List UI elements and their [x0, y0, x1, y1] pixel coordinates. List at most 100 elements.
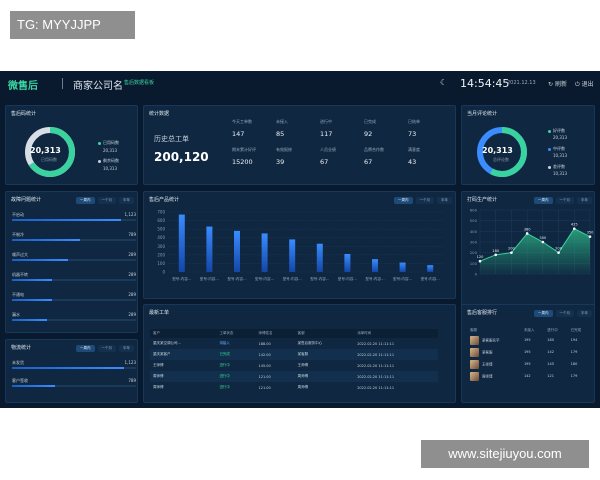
table-row[interactable]: 重庆某空调公司… 待接入 188.00 某售后服务中心 2022.02.20 11:11…	[150, 338, 438, 349]
tab-halfyear[interactable]: 半年	[437, 197, 452, 204]
tab-month[interactable]: 一个月	[97, 197, 116, 204]
bar-value: 1,123	[124, 360, 136, 365]
cell-time: 2022.02.20 11:11:11	[357, 341, 395, 346]
stat-label: 人员业绩	[320, 147, 336, 152]
data-point	[478, 259, 482, 263]
bar-fill	[12, 367, 124, 369]
cell-status: 进行中	[216, 371, 256, 382]
refresh-button[interactable]: ↻ 刷新	[548, 79, 567, 88]
bar-fill	[12, 299, 52, 301]
bar-value: 1,123	[124, 212, 136, 217]
tab-month[interactable]: 一个月	[415, 197, 434, 204]
tab-week[interactable]: 一周内	[76, 345, 95, 352]
data-point	[572, 227, 576, 230]
after-sales-panel: 售后码统计 20,313 已用码数 已用码数 20,313 剩余码数 10,31…	[5, 105, 138, 185]
service-name: 王师傅	[482, 362, 493, 366]
tab-week[interactable]: 一周内	[76, 197, 95, 204]
exit-button[interactable]: ⏻ 退出	[575, 79, 594, 89]
y-tick-label: 600	[157, 218, 165, 223]
bar	[344, 254, 351, 272]
y-tick-label: 700	[157, 210, 165, 215]
stat-value: 15200	[232, 158, 253, 166]
cell-status: 进行中	[219, 363, 230, 367]
company-name: 商家公司名	[73, 81, 123, 92]
bar	[234, 230, 240, 272]
legend-item: 已用码数 20,313	[98, 140, 119, 153]
bar-fill	[12, 259, 68, 261]
bar-label: 机器不转	[12, 272, 28, 277]
legend-label: 剩余码数	[103, 158, 119, 163]
cell-status: 已完成	[216, 349, 256, 360]
table-row[interactable]: 某客服 195 142 179	[468, 346, 592, 358]
tab-week[interactable]: 一周内	[534, 197, 553, 204]
tab-halfyear[interactable]: 半年	[119, 197, 134, 204]
tab-month[interactable]: 一个月	[555, 197, 574, 204]
data-label: 350	[587, 231, 595, 235]
stat-value: 147	[232, 130, 245, 138]
data-label: 180	[492, 249, 500, 253]
tab-month[interactable]: 一个月	[97, 345, 116, 352]
legend-item: 差评数 10,313	[548, 164, 567, 176]
stat-label: 品牌合作数	[364, 147, 384, 152]
cell-status: 进行中	[219, 385, 230, 389]
cell-service: 王师傅	[297, 363, 309, 367]
tab-halfyear[interactable]: 半年	[577, 310, 592, 317]
legend-item: 剩余码数 10,313	[98, 158, 119, 171]
data-label: 380	[524, 227, 532, 231]
bar-row: 不制冷 789	[12, 232, 136, 246]
legend-dot	[98, 159, 101, 163]
stat-item: 未接入 85	[276, 119, 288, 138]
bar	[206, 226, 213, 272]
y-tick-label: 400	[157, 235, 165, 240]
dashboard: 微售后 商家公司名 售后数据看板 ☾ 14:54:45 2021.12.13 ↻…	[0, 71, 600, 408]
legend-label: 中评数	[553, 146, 565, 151]
tab-month[interactable]: 一个月	[555, 310, 574, 317]
tab-week[interactable]: 一周内	[534, 310, 553, 317]
stat-value: 92	[364, 130, 373, 138]
table-row[interactable]: 王师傅 195 145 180	[468, 358, 592, 370]
column-header: 已完成	[570, 328, 582, 332]
donut-value: 20,313	[482, 146, 513, 155]
x-tick-label: 型号:内容…	[421, 276, 441, 281]
tab-week[interactable]: 一周内	[394, 197, 413, 204]
tab-halfyear[interactable]: 半年	[577, 197, 592, 204]
legend-value: 20,313	[553, 135, 567, 140]
data-label: 200	[508, 247, 516, 251]
legend-value: 10,313	[103, 166, 117, 171]
x-tick-label: 型号:内容…	[227, 276, 247, 281]
bar-value: 789	[128, 378, 136, 383]
legend-value: 10,313	[553, 153, 567, 158]
bar	[261, 233, 268, 272]
table-row[interactable]: 王师傅 进行中 145.00 王师傅 2022.02.20 11:11:11	[150, 360, 438, 371]
table-row[interactable]: 周师傅 进行中 121.00 周师傅 2022.02.20 11:11:11	[150, 382, 438, 393]
y-tick-label: 500	[470, 218, 478, 223]
data-label: 120	[477, 255, 485, 259]
y-tick-label: 400	[470, 229, 478, 234]
cell-name: 某客服名字	[468, 334, 522, 346]
stat-value: 73	[408, 130, 417, 138]
table-row[interactable]: 周师傅 进行中 121.00 周师傅 2022.02.20 11:11:11	[150, 371, 438, 382]
legend-item: 中评数 10,313	[548, 146, 567, 158]
x-tick-label: 型号:内容…	[172, 276, 192, 281]
stat-item: 今天工单数 147	[232, 119, 252, 138]
cell-count: 195	[523, 350, 531, 354]
table-row[interactable]: 重庆某客户 已完成 142.00 某客服 2022.02.20 11:11:11	[150, 349, 438, 360]
cell-count: 121	[547, 374, 554, 378]
tab-halfyear[interactable]: 半年	[119, 345, 134, 352]
moon-icon[interactable]: ☾	[440, 78, 447, 87]
bar-label: 客户签收	[12, 378, 28, 383]
table-row[interactable]: 周师傅 142 121 179	[468, 370, 592, 382]
app-logo: 微售后	[8, 81, 38, 92]
products-bar-chart: 0 100 200 300 400 500 600 700 型号:内容… 型号:内容… 型号:内容……	[157, 210, 444, 281]
cell-amount: 145.00	[258, 363, 271, 368]
table-row[interactable]: 某客服名字 195 180 194	[468, 334, 592, 346]
rank-body: 某客服名字 195 180 194 某客服 195 142 179 王师傅 195 145 180 周师…	[468, 334, 592, 382]
column-header: 工单状态	[216, 329, 256, 338]
cell-name: 王师傅	[468, 358, 522, 370]
faults-tabs: 一周内 一个月 半年	[76, 197, 134, 204]
bar-fill	[12, 385, 56, 387]
bar-value: 289	[128, 292, 136, 297]
panel-title: 故障问题统计	[11, 197, 42, 203]
legend-value: 10,313	[553, 171, 567, 176]
panel-title: 统计数据	[149, 111, 170, 117]
